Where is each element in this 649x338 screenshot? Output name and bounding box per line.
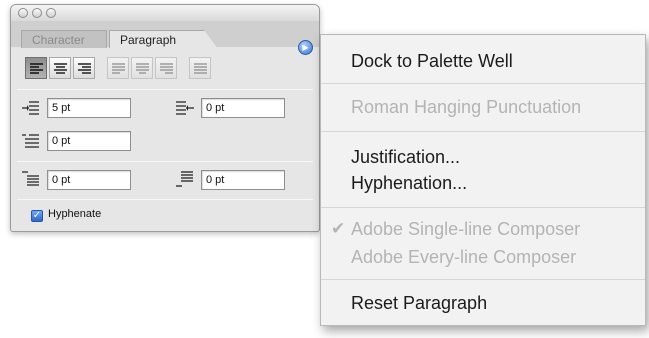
- justify-last-left-icon: [112, 63, 125, 74]
- justify-last-right-button[interactable]: [155, 57, 177, 79]
- menu-item-roman-hanging-punctuation: Roman Hanging Punctuation: [351, 97, 582, 117]
- divider: [17, 89, 313, 90]
- hyphenate-label: Hyphenate: [48, 208, 102, 220]
- paragraph-palette: Character Paragraph ▶ 5 pt 0 pt 0 pt 0 p…: [10, 4, 320, 232]
- align-right-button[interactable]: [73, 57, 95, 79]
- space-after-field[interactable]: 0 pt: [201, 170, 285, 190]
- palette-titlebar[interactable]: [11, 5, 319, 21]
- menu-item-adobe-every-line-composer: Adobe Every-line Composer: [351, 247, 577, 267]
- hyphenate-checkbox[interactable]: ✓: [31, 210, 43, 222]
- palette-tab-row: Character Paragraph ▶: [11, 21, 319, 55]
- align-right-icon: [78, 63, 91, 74]
- justify-last-center-button[interactable]: [131, 57, 153, 79]
- menu-divider: [321, 131, 645, 132]
- divider: [17, 161, 313, 162]
- justify-last-right-icon: [160, 63, 173, 74]
- palette-flyout-menu: Dock to Palette Well Roman Hanging Punct…: [320, 34, 646, 326]
- right-indent-icon: [176, 101, 194, 115]
- space-before-field[interactable]: 0 pt: [47, 170, 131, 190]
- justify-last-center-icon: [136, 63, 149, 74]
- tab-character[interactable]: Character: [21, 30, 107, 48]
- space-after-icon: [176, 171, 193, 187]
- zoom-window-button[interactable]: [46, 8, 56, 18]
- close-window-button[interactable]: [18, 8, 28, 18]
- align-left-button[interactable]: [25, 57, 47, 79]
- menu-divider: [321, 207, 645, 208]
- left-indent-field[interactable]: 5 pt: [47, 98, 131, 118]
- tab-paragraph[interactable]: Paragraph: [109, 30, 218, 49]
- minimize-window-button[interactable]: [32, 8, 42, 18]
- checkmark-icon: ✔: [331, 219, 346, 238]
- justify-all-icon: [194, 63, 207, 74]
- align-center-button[interactable]: [49, 57, 71, 79]
- first-line-indent-icon: [22, 134, 39, 148]
- palette-menu-button[interactable]: ▶: [298, 40, 313, 55]
- first-line-indent-field[interactable]: 0 pt: [47, 131, 131, 151]
- menu-divider: [321, 279, 645, 280]
- align-center-icon: [54, 63, 67, 74]
- divider: [17, 199, 313, 200]
- menu-item-adobe-single-line-composer: Adobe Single-line Composer: [351, 219, 581, 239]
- right-indent-field[interactable]: 0 pt: [201, 98, 285, 118]
- menu-item-dock-to-palette-well[interactable]: Dock to Palette Well: [351, 51, 513, 72]
- menu-item-reset-paragraph[interactable]: Reset Paragraph: [351, 293, 487, 314]
- align-left-icon: [30, 63, 43, 74]
- space-before-icon: [22, 171, 39, 186]
- menu-item-hyphenation[interactable]: Hyphenation...: [351, 173, 467, 194]
- left-indent-icon: [22, 101, 39, 115]
- menu-item-justification[interactable]: Justification...: [351, 147, 460, 168]
- justify-all-button[interactable]: [189, 57, 211, 79]
- justify-last-left-button[interactable]: [107, 57, 129, 79]
- menu-divider: [321, 83, 645, 84]
